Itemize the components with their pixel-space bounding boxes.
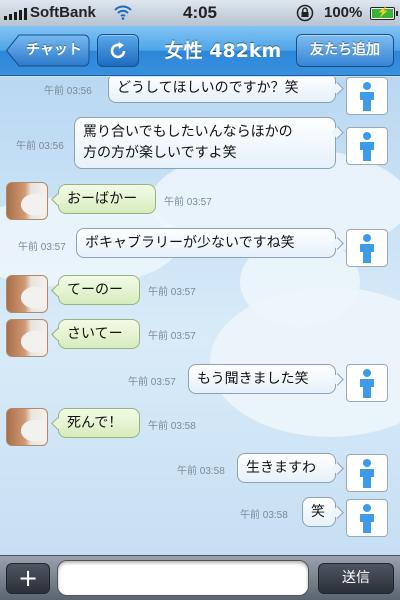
refresh-icon [110, 42, 126, 59]
message-bubble[interactable]: 笑 [302, 497, 336, 527]
rotation-lock-icon [296, 4, 314, 22]
message-time: 午前 03:57 [148, 331, 196, 342]
person-icon [360, 504, 374, 533]
person-icon [360, 369, 374, 398]
avatar[interactable] [346, 499, 388, 537]
message-bubble[interactable]: てーのー [58, 275, 140, 305]
message-text: ボキャブラリーが少ないですね笑 [85, 235, 295, 251]
avatar[interactable] [346, 229, 388, 267]
add-friend-button[interactable]: 友たち追加 [296, 34, 394, 67]
message-text: さいてー [67, 326, 123, 342]
refresh-button[interactable] [97, 34, 139, 67]
message-bubble[interactable]: 罵り合いでもしたいんならほかの 方の方が楽しいですよ笑 [74, 117, 336, 169]
avatar[interactable] [6, 408, 48, 446]
message-text-line: 方の方が楽しいですよ笑 [83, 145, 237, 161]
message-bubble[interactable]: 死んで！ [58, 408, 140, 438]
person-icon [360, 82, 374, 111]
avatar[interactable] [6, 319, 48, 357]
page-title: 女性 482km [164, 40, 282, 62]
message-text: どうしてほしいのですか？笑 [117, 80, 299, 96]
avatar[interactable] [346, 364, 388, 402]
message-time: 午前 03:58 [148, 421, 196, 432]
person-icon [360, 132, 374, 161]
message-text: てーのー [67, 282, 123, 298]
message-bubble[interactable]: おーばかー [58, 184, 156, 214]
status-bar: SoftBank 4:05 100% ⚡ [0, 0, 400, 26]
back-button-label: チャット [26, 42, 82, 58]
attach-button[interactable]: + [6, 563, 50, 594]
message-bubble[interactable]: 生きますわ [237, 453, 336, 483]
avatar[interactable] [346, 454, 388, 492]
message-text: 笑 [311, 504, 325, 520]
message-time: 午前 03:57 [164, 197, 212, 208]
battery-percent: 100% [324, 4, 363, 21]
message-text: もう聞きました笑 [197, 371, 309, 387]
message-time: 午前 03:57 [148, 287, 196, 298]
message-bubble[interactable]: さいてー [58, 319, 140, 349]
person-icon [360, 459, 374, 488]
battery-icon: ⚡ [370, 7, 398, 20]
back-button[interactable]: チャット [6, 34, 90, 67]
message-bubble[interactable]: もう聞きました笑 [188, 364, 336, 394]
message-time: 午前 03:57 [18, 242, 66, 253]
chat-area[interactable]: 午前 03:56 どうしてほしいのですか？笑 午前 03:56 罵り合いでもした… [0, 77, 400, 555]
send-button[interactable]: 送信 [318, 563, 394, 594]
avatar[interactable] [6, 275, 48, 313]
avatar[interactable] [346, 77, 388, 115]
person-icon [360, 234, 374, 263]
message-time: 午前 03:56 [16, 141, 64, 152]
nav-bar: チャット 女性 482km 友たち追加 [0, 26, 400, 76]
message-text: 生きますわ [246, 460, 316, 476]
avatar[interactable] [346, 127, 388, 165]
message-bubble[interactable]: どうしてほしいのですか？笑 [108, 77, 336, 103]
message-bubble[interactable]: ボキャブラリーが少ないですね笑 [76, 228, 336, 258]
message-input[interactable] [57, 560, 309, 596]
message-time: 午前 03:58 [177, 466, 225, 477]
message-text-line: 罵り合いでもしたいんならほかの [83, 124, 293, 140]
message-text: おーばかー [67, 191, 138, 207]
message-time: 午前 03:57 [128, 377, 176, 388]
message-text: 死んで！ [67, 415, 123, 431]
message-toolbar: + 送信 [0, 555, 400, 600]
avatar[interactable] [6, 182, 48, 220]
message-time: 午前 03:56 [44, 86, 92, 97]
message-time: 午前 03:58 [240, 510, 288, 521]
